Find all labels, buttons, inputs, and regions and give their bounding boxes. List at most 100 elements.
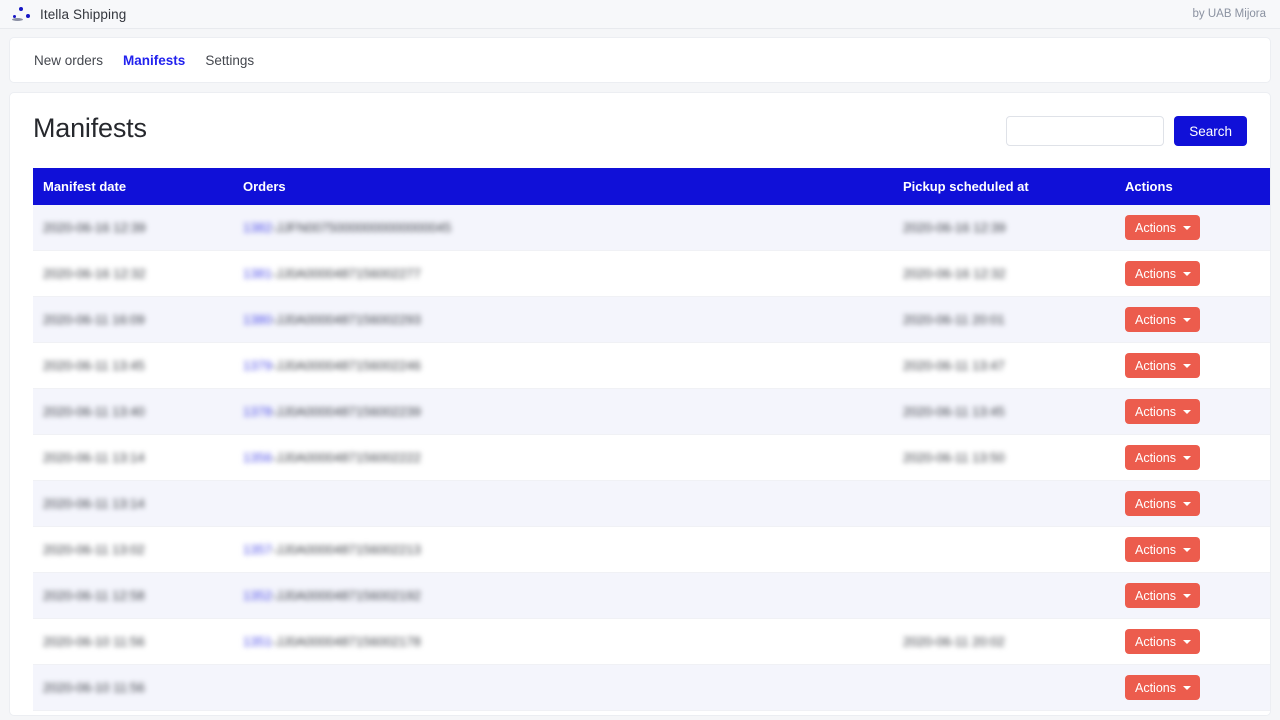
chevron-down-icon [1183,593,1191,598]
chevron-down-icon [1183,455,1191,460]
actions-dropdown-button[interactable]: Actions [1125,261,1200,286]
tracking-number: JJ0A0000487156002293 [276,312,421,327]
panel-header: Manifests Search [33,112,1247,146]
actions-dropdown-button[interactable]: Actions [1125,537,1200,562]
search-button[interactable]: Search [1174,116,1247,146]
cell-orders: 1381 - JJ0A0000487156002277 [233,250,893,297]
search-form: Search [1006,116,1247,146]
table-row: 2020-06-11 13:40 1378 - JJ0A0000487156002… [33,388,1270,435]
manifests-table: Manifest date Orders Pickup scheduled at… [33,168,1270,715]
search-input[interactable] [1006,116,1165,146]
chevron-down-icon [1183,225,1191,230]
primary-nav: New orders Manifests Settings [9,37,1271,83]
order-link[interactable]: 1379 [243,358,272,373]
cell-actions: Actions [1115,342,1270,389]
cell-orders: 1356 - JJ0A0000487156002222 [233,434,893,481]
cell-manifest-date: 2020-06-11 13:02 [33,526,233,573]
table-head: Manifest date Orders Pickup scheduled at… [33,168,1270,205]
brand[interactable]: Itella Shipping [12,7,126,22]
page-title: Manifests [33,113,147,143]
cell-manifest-date: 2020-06-10 11:56 [33,618,233,665]
tracking-number: JJ0A0000487156002213 [276,542,421,557]
cell-orders: 1380 - JJ0A0000487156002293 [233,296,893,343]
actions-dropdown-button[interactable]: Actions [1125,583,1200,608]
order-link[interactable]: 1378 [243,404,272,419]
actions-button-label: Actions [1135,358,1176,373]
cell-actions: Actions [1115,526,1270,573]
actions-dropdown-button[interactable]: Actions [1125,307,1200,332]
actions-button-label: Actions [1135,266,1176,281]
order-link[interactable]: 1356 [243,450,272,465]
actions-button-label: Actions [1135,588,1176,603]
brand-name: Itella Shipping [40,6,127,22]
cell-pickup-scheduled-at: 2020-06-11 13:45 [893,388,1115,435]
actions-dropdown-button[interactable]: Actions [1125,629,1200,654]
nav-item-settings[interactable]: Settings [195,47,264,74]
cell-manifest-date: 2020-06-11 13:14 [33,480,233,527]
table-row: 2020-06-11 13:02 1357 - JJ0A0000487156002… [33,526,1270,573]
column-header-actions: Actions [1115,168,1270,205]
cell-actions: Actions [1115,664,1270,711]
actions-dropdown-button[interactable]: Actions [1125,215,1200,240]
table-row: 2020-06-11 13:14 Actions [33,480,1270,527]
column-header-orders[interactable]: Orders [233,168,893,205]
order-link[interactable]: 1351 [243,634,272,649]
nav-item-new-orders[interactable]: New orders [24,47,113,74]
chevron-down-icon [1183,363,1191,368]
actions-dropdown-button[interactable]: Actions [1125,491,1200,516]
tracking-number: JJ0A0000487156002246 [276,358,421,373]
page-shell: New orders Manifests Settings Manifests … [0,29,1280,716]
cell-manifest-date: 2020-06-10 11:56 [33,664,233,711]
column-header-manifest-date[interactable]: Manifest date [33,168,233,205]
chevron-down-icon [1183,685,1191,690]
tracking-number: JJFN00750000000000000045 [276,220,452,235]
order-link[interactable]: 1382 [243,220,272,235]
table-row: 2020-06-16 12:39 1382 - JJFN0075000000000… [33,205,1270,251]
actions-button-label: Actions [1135,680,1176,695]
actions-dropdown-button[interactable]: Actions [1125,399,1200,424]
cell-pickup-scheduled-at: 2020-06-11 20:01 [893,296,1115,343]
column-header-pickup[interactable]: Pickup scheduled at [893,168,1115,205]
tracking-number: JJ0A0000487156002192 [276,588,421,603]
chevron-down-icon [1183,501,1191,506]
topbar: Itella Shipping by UAB Mijora [0,0,1280,29]
table-row: 2020-06-11 13:14 1356 - JJ0A0000487156002… [33,434,1270,481]
chevron-down-icon [1183,547,1191,552]
cell-actions: Actions [1115,296,1270,343]
cell-manifest-date: 2020-06-11 16:09 [33,296,233,343]
cell-orders: 1382 - JJFN00750000000000000045 [233,205,893,251]
order-link[interactable]: 1380 [243,312,272,327]
cell-actions: Actions [1115,205,1270,251]
cell-manifest-date: 2020-06-11 13:40 [33,388,233,435]
cell-orders: 1379 - JJ0A0000487156002246 [233,342,893,389]
cell-orders: 1378 - JJ0A0000487156002239 [233,388,893,435]
cell-manifest-date: 2020-06-11 13:45 [33,342,233,389]
actions-button-label: Actions [1135,312,1176,327]
cell-orders [233,664,893,711]
table-row: 2020-06-10 11:55 Actions [33,710,1270,715]
cell-manifest-date: 2020-06-16 12:32 [33,250,233,297]
cell-actions: Actions [1115,618,1270,665]
actions-button-label: Actions [1135,220,1176,235]
tracking-number: JJ0A0000487156002277 [276,266,421,281]
cell-actions: Actions [1115,710,1270,715]
actions-button-label: Actions [1135,496,1176,511]
tracking-number: JJ0A0000487156002222 [276,450,421,465]
table-row: 2020-06-16 12:32 1381 - JJ0A0000487156002… [33,250,1270,297]
cell-pickup-scheduled-at [893,664,1115,711]
actions-dropdown-button[interactable]: Actions [1125,353,1200,378]
actions-button-label: Actions [1135,404,1176,419]
actions-dropdown-button[interactable]: Actions [1125,675,1200,700]
order-link[interactable]: 1357 [243,542,272,557]
table-row: 2020-06-11 12:58 1352 - JJ0A0000487156002… [33,572,1270,619]
manifests-panel: Manifests Search Manifest date Orders Pi… [9,92,1271,716]
byline: by UAB Mijora [1192,8,1267,20]
actions-dropdown-button[interactable]: Actions [1125,445,1200,470]
chevron-down-icon [1183,317,1191,322]
cell-orders [233,480,893,527]
order-link[interactable]: 1381 [243,266,272,281]
nav-item-manifests[interactable]: Manifests [113,47,195,74]
table-header-row: Manifest date Orders Pickup scheduled at… [33,168,1270,205]
cell-actions: Actions [1115,388,1270,435]
order-link[interactable]: 1352 [243,588,272,603]
